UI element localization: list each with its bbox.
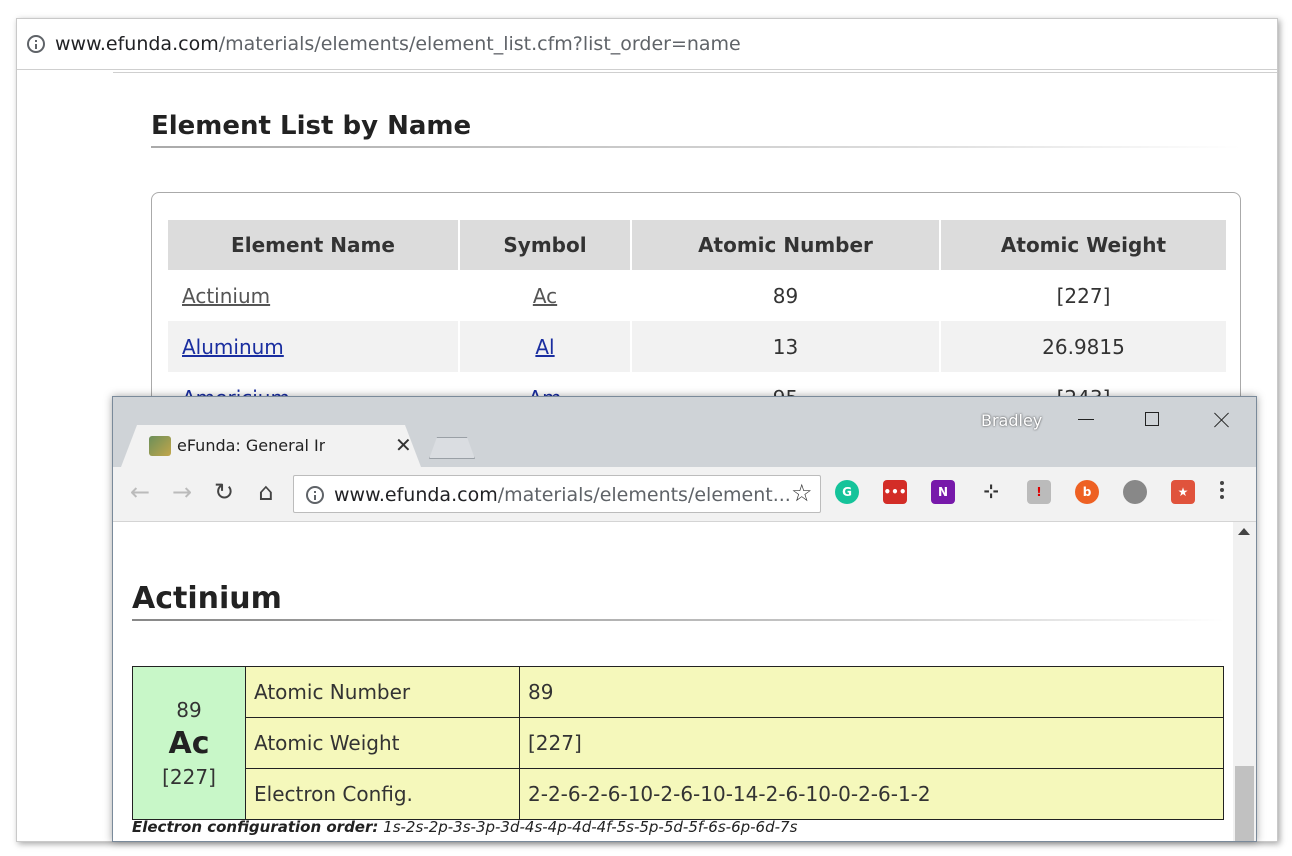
property-label: Electron Config. (245, 768, 520, 820)
maximize-icon (1145, 412, 1159, 426)
vertical-scrollbar[interactable] (1233, 522, 1256, 841)
config-order-label: Electron configuration order: (132, 818, 379, 836)
table-cell: Actinium (168, 270, 459, 321)
config-order-value: 1s-2s-2p-3s-3p-3d-4s-4p-4d-4f-5s-5p-5d-5… (383, 818, 798, 836)
column-header: Symbol (458, 220, 631, 270)
config-order-note: Electron configuration order: 1s-2s-2p-3… (132, 818, 797, 836)
browser-toolbar: ← → ↻ ⌂ www.efunda.com/materials/element… (113, 467, 1256, 522)
property-value: [227] (519, 717, 1224, 769)
address-bar[interactable]: www.efunda.com/materials/elements/elemen… (293, 475, 821, 513)
title-bar[interactable]: eFunda: General Informat ✕ Bradley (113, 397, 1256, 467)
table-header-row: Element Name Symbol Atomic Number Atomic… (168, 220, 1226, 270)
menu-dots-icon[interactable] (1219, 478, 1225, 506)
active-tab[interactable]: eFunda: General Informat ✕ (121, 425, 421, 467)
table-cell: Al (458, 321, 631, 372)
symbol-box-number: 89 (176, 697, 202, 722)
scroll-up-arrow-icon[interactable] (1238, 528, 1250, 535)
column-header: Element Name (168, 220, 459, 270)
element-symbol-box: 89 Ac [227] (132, 666, 246, 820)
tab-close-icon[interactable]: ✕ (395, 433, 412, 457)
element-name-link[interactable]: Aluminum (182, 335, 284, 359)
lastpass-icon[interactable]: ••• (883, 480, 907, 504)
cast-icon[interactable]: ⊹ (979, 480, 1003, 504)
table-cell: Aluminum (168, 321, 459, 372)
atomic-weight-cell: 26.9815 (939, 321, 1226, 372)
element-symbol-link[interactable]: Al (535, 335, 554, 359)
page-title: Element List by Name (151, 111, 472, 141)
atomic-number-cell: 13 (630, 321, 940, 372)
table-row: Actinium Ac 89 [227] (168, 270, 1226, 321)
element-info-table: 89 Ac [227] Atomic Number 89 Atomic Weig… (132, 666, 1224, 820)
tab-title: eFunda: General Informat (177, 436, 325, 455)
element-heading: Actinium (132, 581, 282, 616)
tomato-icon[interactable] (1123, 480, 1147, 504)
table-row: Atomic Weight [227] (133, 717, 1224, 769)
maximize-button[interactable] (1129, 405, 1175, 435)
url-text[interactable]: www.efunda.com/materials/elements/elemen… (334, 484, 791, 506)
column-header: Atomic Number (630, 220, 940, 270)
page-content: Actinium 89 Ac [227] Atomic Number 89 At… (113, 522, 1233, 841)
atomic-weight-cell: [227] (939, 270, 1226, 321)
close-window-button[interactable] (1199, 405, 1245, 435)
table-cell: Ac (458, 270, 631, 321)
back-arrow-icon[interactable]: ← (125, 477, 155, 507)
pocket-icon[interactable]: ★ (1171, 480, 1195, 504)
bookmark-star-icon[interactable]: ☆ (791, 479, 813, 507)
back-url-text[interactable]: www.efunda.com/materials/elements/elemen… (55, 33, 741, 55)
info-icon[interactable] (27, 35, 45, 53)
onenote-icon[interactable]: N (931, 480, 955, 504)
minimize-button[interactable] (1063, 405, 1109, 435)
table-row: Aluminum Al 13 26.9815 (168, 321, 1226, 372)
scrollbar-thumb[interactable] (1235, 766, 1254, 841)
foreground-browser-window: eFunda: General Informat ✕ Bradley ← → ↻… (112, 396, 1257, 842)
home-icon[interactable]: ⌂ (251, 477, 281, 507)
symbol-box-symbol: Ac (168, 725, 210, 761)
element-name-link[interactable]: Actinium (182, 284, 270, 308)
reload-icon[interactable]: ↻ (209, 477, 239, 507)
ublock-icon[interactable]: ! (1027, 480, 1051, 504)
minimize-icon (1078, 419, 1094, 420)
profile-name[interactable]: Bradley (981, 411, 1042, 430)
back-address-bar[interactable]: www.efunda.com/materials/elements/elemen… (17, 19, 1277, 70)
property-label: Atomic Weight (245, 717, 520, 769)
heading-rule (151, 146, 1241, 148)
atomic-number-cell: 89 (630, 270, 940, 321)
info-icon[interactable] (306, 486, 324, 504)
property-value: 2-2-6-2-6-10-2-6-10-14-2-6-10-0-2-6-1-2 (519, 768, 1224, 820)
table-row: 89 Ac [227] Atomic Number 89 (132, 666, 1224, 820)
element-list-table: Element Name Symbol Atomic Number Atomic… (168, 220, 1226, 423)
forward-arrow-icon[interactable]: → (167, 477, 197, 507)
symbol-box-weight: [227] (162, 764, 216, 789)
heading-rule (132, 619, 1224, 621)
property-label: Atomic Number (245, 666, 520, 718)
efunda-favicon-icon (149, 436, 171, 456)
bitly-icon[interactable]: b (1075, 480, 1099, 504)
new-tab-button[interactable] (429, 437, 475, 459)
property-value: 89 (519, 666, 1224, 718)
table-row: Electron Config. 2-2-6-2-6-10-2-6-10-14-… (133, 768, 1224, 820)
element-symbol-link[interactable]: Ac (533, 284, 557, 308)
grammarly-icon[interactable]: G (835, 480, 859, 504)
column-header: Atomic Weight (939, 220, 1226, 270)
